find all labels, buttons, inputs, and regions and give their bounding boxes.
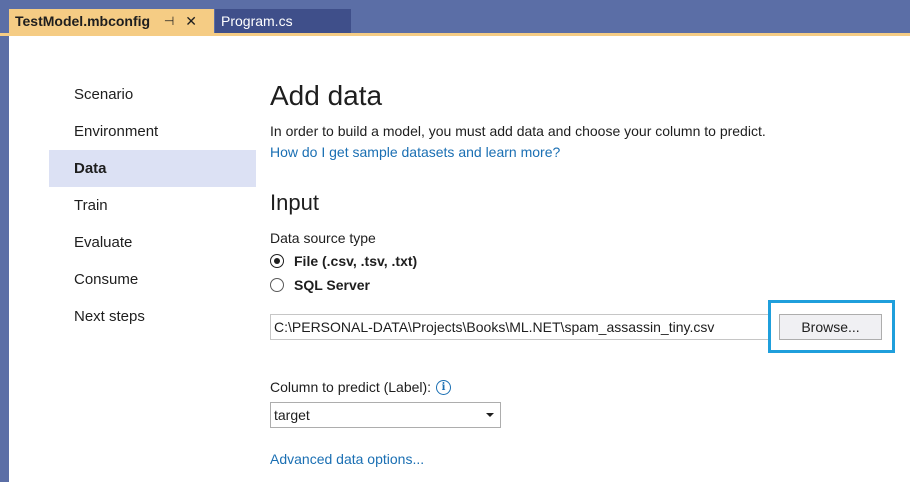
file-path-input[interactable]	[270, 314, 769, 340]
nav-item-train[interactable]: Train	[49, 187, 256, 224]
wizard-step-nav: Scenario Environment Data Train Evaluate…	[49, 76, 256, 335]
data-source-type-label: Data source type	[270, 230, 376, 246]
sample-datasets-link[interactable]: How do I get sample datasets and learn m…	[270, 144, 560, 160]
nav-item-evaluate[interactable]: Evaluate	[49, 224, 256, 261]
page-title: Add data	[270, 80, 383, 111]
tab-strip-underline	[0, 33, 910, 36]
nav-item-scenario[interactable]: Scenario	[49, 76, 256, 113]
nav-item-next-steps[interactable]: Next steps	[49, 298, 256, 335]
chevron-down-icon	[486, 413, 494, 417]
column-select[interactable]: target	[270, 402, 501, 428]
radio-sql-server-label: SQL Server	[294, 277, 371, 293]
radio-checked-icon[interactable]	[270, 254, 284, 268]
intro-text: In order to build a model, you must add …	[270, 123, 766, 139]
column-label-text: Column to predict (Label):	[270, 379, 432, 395]
radio-file[interactable]: File (.csv, .tsv, .txt)	[270, 253, 417, 269]
left-gutter	[0, 36, 9, 482]
radio-file-label: File (.csv, .tsv, .txt)	[294, 253, 418, 269]
close-icon[interactable]: ✕	[184, 13, 198, 30]
advanced-data-options-link[interactable]: Advanced data options...	[270, 451, 424, 467]
column-to-predict-label: Column to predict (Label): i	[270, 379, 452, 395]
browse-button[interactable]: Browse...	[779, 314, 882, 340]
input-section-title: Input	[270, 190, 319, 215]
pin-icon[interactable]: ⊣	[162, 14, 176, 28]
nav-item-data[interactable]: Data	[49, 150, 256, 187]
nav-item-consume[interactable]: Consume	[49, 261, 256, 298]
tab-testmodel-mbconfig[interactable]: TestModel.mbconfig ⊣ ✕	[9, 9, 214, 33]
radio-sql-server[interactable]: SQL Server	[270, 277, 370, 293]
tab-title: TestModel.mbconfig	[15, 13, 151, 29]
tab-program-cs[interactable]: Program.cs	[215, 9, 351, 33]
column-select-value: target	[274, 407, 310, 423]
info-icon[interactable]: i	[436, 379, 452, 395]
nav-item-environment[interactable]: Environment	[49, 113, 256, 150]
radio-unchecked-icon[interactable]	[270, 278, 284, 292]
tab-title: Program.cs	[221, 13, 293, 29]
